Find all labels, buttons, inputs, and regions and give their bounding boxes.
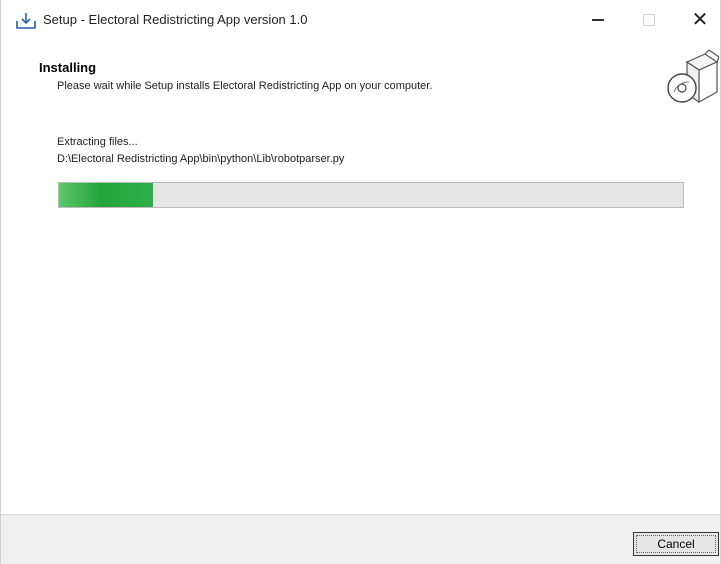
minimize-icon — [592, 19, 604, 21]
page-title: Installing — [39, 60, 97, 75]
footer-panel — [1, 515, 720, 564]
install-progress-bar — [58, 182, 684, 208]
setup-window: Setup - Electoral Redistricting App vers… — [0, 0, 721, 564]
progress-fill — [59, 183, 153, 207]
page-subtitle: Please wait while Setup installs Elector… — [57, 80, 433, 92]
close-button[interactable]: ✕ — [677, 4, 721, 36]
software-box-icon — [667, 49, 719, 104]
minimize-button[interactable] — [575, 4, 621, 36]
title-bar[interactable]: Setup - Electoral Redistricting App vers… — [1, 0, 720, 40]
header-panel: Installing Please wait while Setup insta… — [1, 40, 720, 118]
maximize-icon — [643, 14, 655, 26]
current-file-path: D:\Electoral Redistricting App\bin\pytho… — [57, 153, 345, 165]
cancel-button[interactable]: Cancel — [633, 532, 719, 556]
status-text: Extracting files... — [57, 136, 138, 148]
window-title: Setup - Electoral Redistricting App vers… — [43, 12, 308, 27]
close-icon: ✕ — [691, 9, 709, 31]
maximize-button[interactable] — [626, 4, 672, 36]
installer-icon — [16, 13, 36, 29]
